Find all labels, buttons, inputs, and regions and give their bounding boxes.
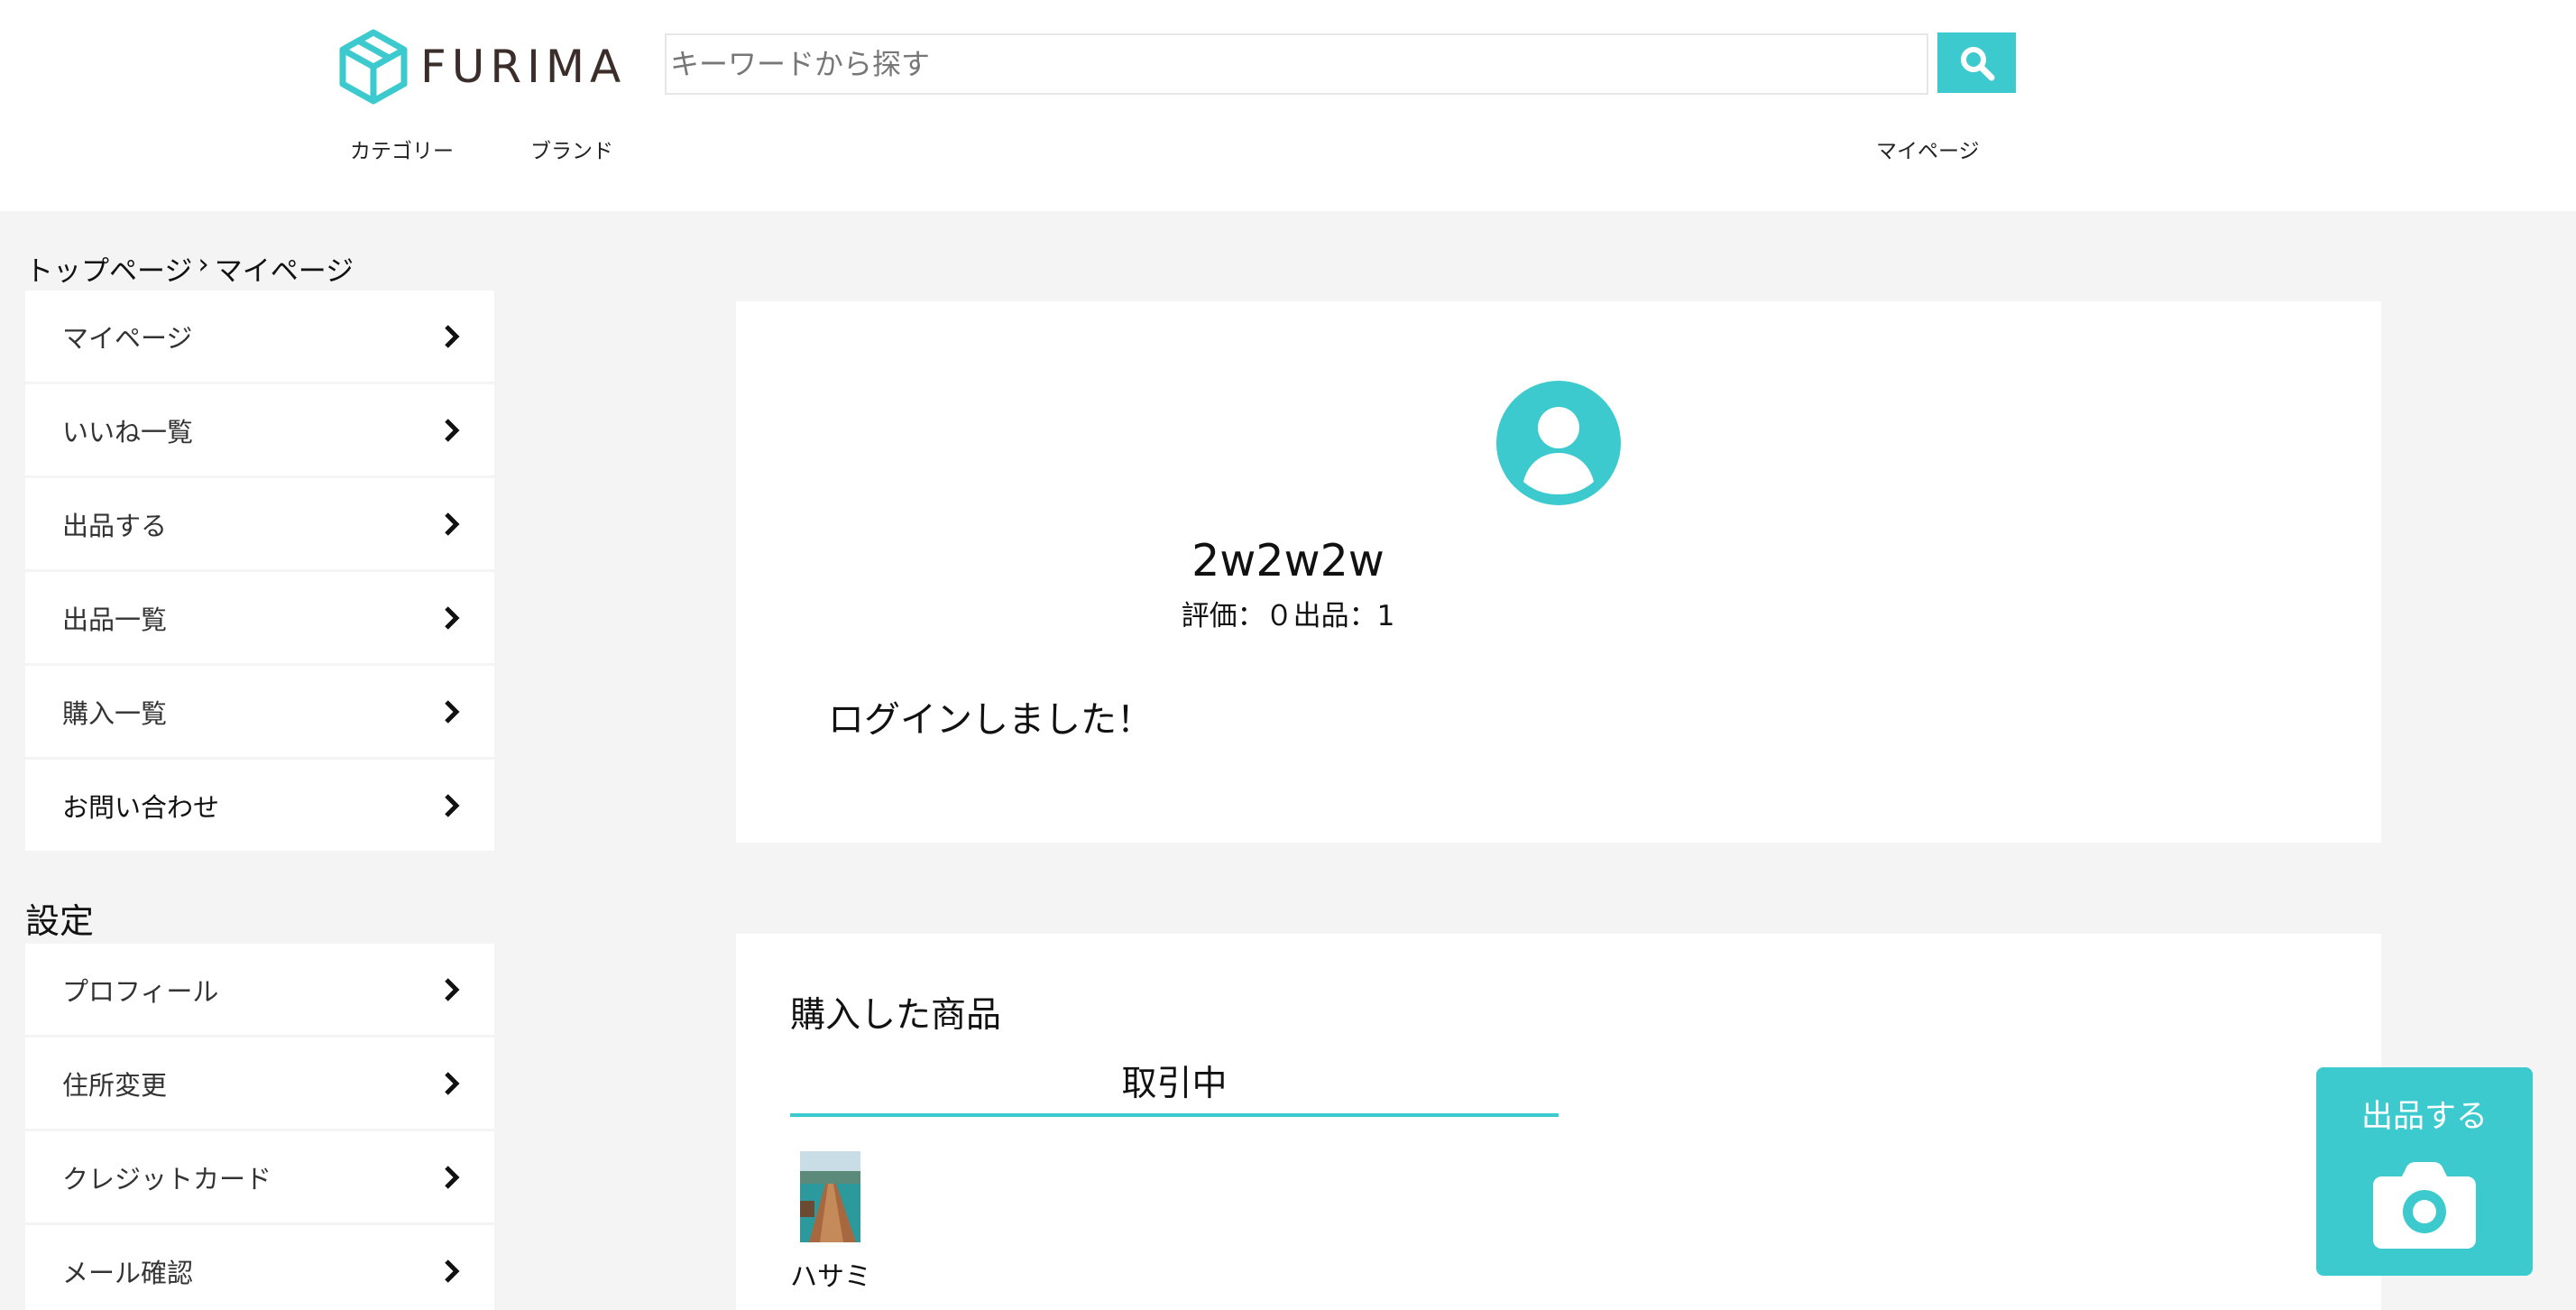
chevron-right-icon bbox=[445, 1165, 460, 1189]
sidebar-item-label: いいね一覧 bbox=[62, 416, 194, 447]
sidebar-item-label: プロフィール bbox=[62, 975, 219, 1007]
breadcrumb-top[interactable]: トップページ bbox=[25, 248, 192, 289]
sidebar-item-contact[interactable]: お問い合わせ bbox=[25, 760, 494, 851]
sidebar-item-credit-card[interactable]: クレジットカード bbox=[25, 1131, 494, 1222]
chevron-right-icon bbox=[445, 418, 460, 442]
profile-username: 2w2w2w bbox=[1191, 535, 1385, 586]
tab-trading[interactable]: 取引中 bbox=[790, 1057, 1559, 1117]
breadcrumb-separator: › bbox=[198, 248, 209, 281]
flash-message: ログインしました！ bbox=[828, 699, 1153, 741]
settings-heading: 設定 bbox=[25, 901, 95, 941]
chevron-right-icon bbox=[445, 977, 460, 1001]
sidebar-item-label: クレジットカード bbox=[62, 1163, 272, 1195]
search-button[interactable] bbox=[1937, 32, 2016, 93]
nav-category[interactable]: カテゴリー bbox=[350, 134, 454, 164]
chevron-right-icon bbox=[445, 1071, 460, 1095]
sidebar-item-email[interactable]: メール確認 bbox=[25, 1225, 494, 1310]
nav-brand[interactable]: ブランド bbox=[530, 134, 613, 164]
camera-icon bbox=[2373, 1162, 2476, 1249]
sidebar-item-label: マイページ bbox=[62, 322, 193, 354]
user-avatar-icon bbox=[1496, 381, 1621, 505]
purchased-title: 購入した商品 bbox=[790, 995, 1002, 1036]
sidebar-item-mypage[interactable]: マイページ bbox=[25, 291, 494, 382]
logo-text: FURIMA bbox=[420, 41, 627, 93]
profile-stats: 評価：０出品：1 bbox=[1181, 600, 1395, 632]
sidebar-item-profile[interactable]: プロフィール bbox=[25, 944, 494, 1035]
nav-mypage[interactable]: マイページ bbox=[1876, 134, 1980, 164]
sidebar-item-address[interactable]: 住所変更 bbox=[25, 1038, 494, 1129]
chevron-right-icon bbox=[445, 324, 460, 348]
chevron-right-icon bbox=[445, 1259, 460, 1283]
item-name[interactable]: ハサミ bbox=[790, 1254, 871, 1294]
sidebar-item-likes[interactable]: いいね一覧 bbox=[25, 384, 494, 475]
item-thumbnail[interactable] bbox=[800, 1151, 860, 1242]
search-icon bbox=[1960, 46, 1994, 80]
chevron-right-icon bbox=[445, 512, 460, 536]
breadcrumb-current: マイページ bbox=[214, 255, 354, 288]
search-input[interactable] bbox=[665, 33, 1928, 95]
sidebar-item-label: 住所変更 bbox=[62, 1069, 168, 1101]
sell-floating-button[interactable]: 出品する bbox=[2316, 1067, 2533, 1276]
logo[interactable]: FURIMA bbox=[339, 29, 626, 105]
cube-logo-icon bbox=[339, 29, 408, 105]
settings-menu: プロフィール 住所変更 クレジットカード メール確認 bbox=[25, 944, 494, 1310]
sell-button-label: 出品する bbox=[2360, 1099, 2488, 1135]
pier-photo-image bbox=[800, 1151, 860, 1242]
sidebar-item-label: メール確認 bbox=[62, 1257, 194, 1288]
breadcrumb: トップページ › マイページ bbox=[25, 248, 354, 289]
chevron-right-icon bbox=[445, 793, 460, 817]
chevron-right-icon bbox=[445, 699, 460, 724]
site-header: FURIMA カテゴリー ブランド マイページ bbox=[0, 0, 2576, 211]
sidebar-item-purchases[interactable]: 購入一覧 bbox=[25, 666, 494, 757]
sidebar-item-label: 購入一覧 bbox=[62, 697, 168, 729]
sidebar-item-label: お問い合わせ bbox=[62, 791, 220, 823]
